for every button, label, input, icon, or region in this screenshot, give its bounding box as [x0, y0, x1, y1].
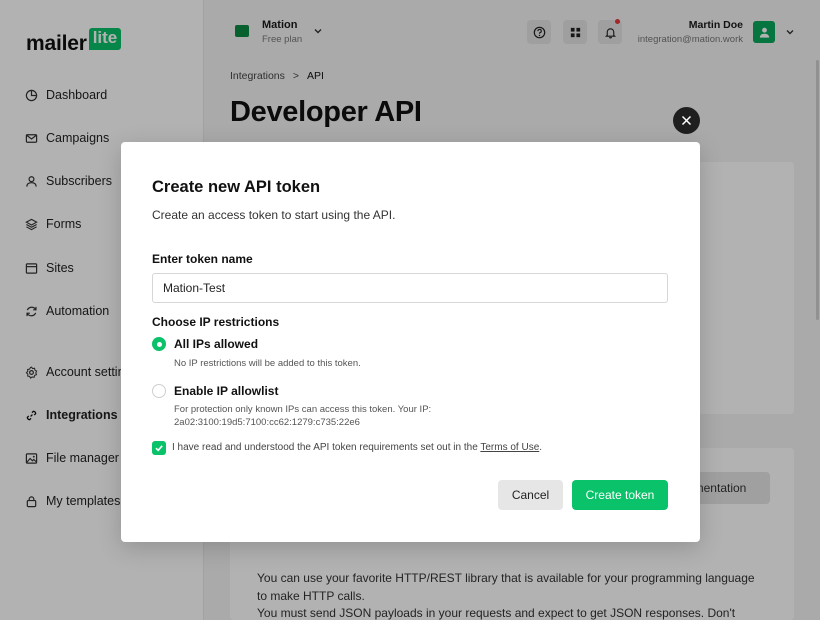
terms-checkbox[interactable] [152, 441, 166, 455]
terms-text: I have read and understood the API token… [172, 442, 542, 453]
create-token-button[interactable]: Create token [572, 480, 668, 510]
cancel-button[interactable]: Cancel [498, 480, 563, 510]
terms-of-use-link[interactable]: Terms of Use [480, 442, 539, 453]
close-icon [681, 115, 692, 126]
checkmark-icon [155, 445, 163, 452]
ip-allowlist-label[interactable]: Enable IP allowlist [174, 384, 278, 398]
ip-restrictions-label: Choose IP restrictions [152, 315, 280, 329]
all-ips-help: No IP restrictions will be added to this… [174, 358, 361, 369]
ip-allowlist-help: For protection only known IPs can access… [174, 404, 432, 415]
token-name-label: Enter token name [152, 252, 253, 266]
close-modal-button[interactable] [673, 107, 700, 134]
modal-description: Create an access token to start using th… [152, 208, 396, 222]
ip-allowlist-radio[interactable] [152, 384, 166, 398]
scrollbar-thumb[interactable] [816, 60, 819, 320]
current-ip-address: 2a02:3100:19d5:7100:cc62:1279:c735:22e6 [174, 417, 360, 428]
all-ips-label[interactable]: All IPs allowed [174, 337, 258, 351]
all-ips-radio[interactable] [152, 337, 166, 351]
terms-label: I have read and understood the API token… [172, 442, 481, 453]
page-scrollbar[interactable] [815, 0, 820, 620]
terms-end: . [539, 442, 543, 453]
modal-title: Create new API token [152, 178, 321, 196]
create-token-modal: Create new API token Create an access to… [121, 142, 700, 542]
token-name-input[interactable] [152, 273, 668, 303]
